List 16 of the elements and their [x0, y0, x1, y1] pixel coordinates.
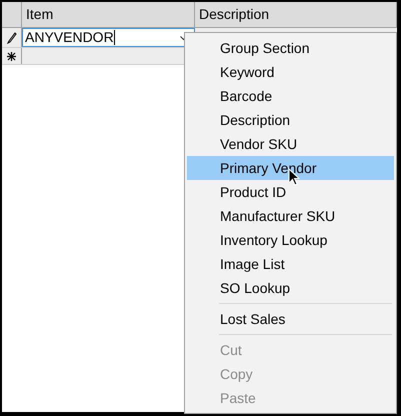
pencil-icon	[6, 32, 16, 44]
menu-item[interactable]: Barcode	[187, 84, 394, 108]
menu-item[interactable]: Description	[187, 108, 394, 132]
menu-item[interactable]: Product ID	[187, 180, 394, 204]
column-header[interactable]: Item	[22, 2, 195, 27]
menu-item[interactable]: SO Lookup	[187, 276, 394, 300]
menu-item[interactable]: Vendor SKU	[187, 132, 394, 156]
column-header[interactable]: Description	[195, 2, 397, 27]
menu-item[interactable]: Manufacturer SKU	[187, 204, 394, 228]
menu-item[interactable]: Keyword	[187, 60, 394, 84]
menu-item[interactable]: Primary Vendor	[187, 156, 394, 180]
menu-item[interactable]: Lost Sales	[187, 307, 394, 331]
input-field[interactable]: ANYVENDOR	[22, 28, 195, 47]
menu-item[interactable]: Inventory Lookup	[187, 228, 394, 252]
asterisk-icon	[7, 52, 16, 60]
menu-item[interactable]: Image List	[187, 252, 394, 276]
